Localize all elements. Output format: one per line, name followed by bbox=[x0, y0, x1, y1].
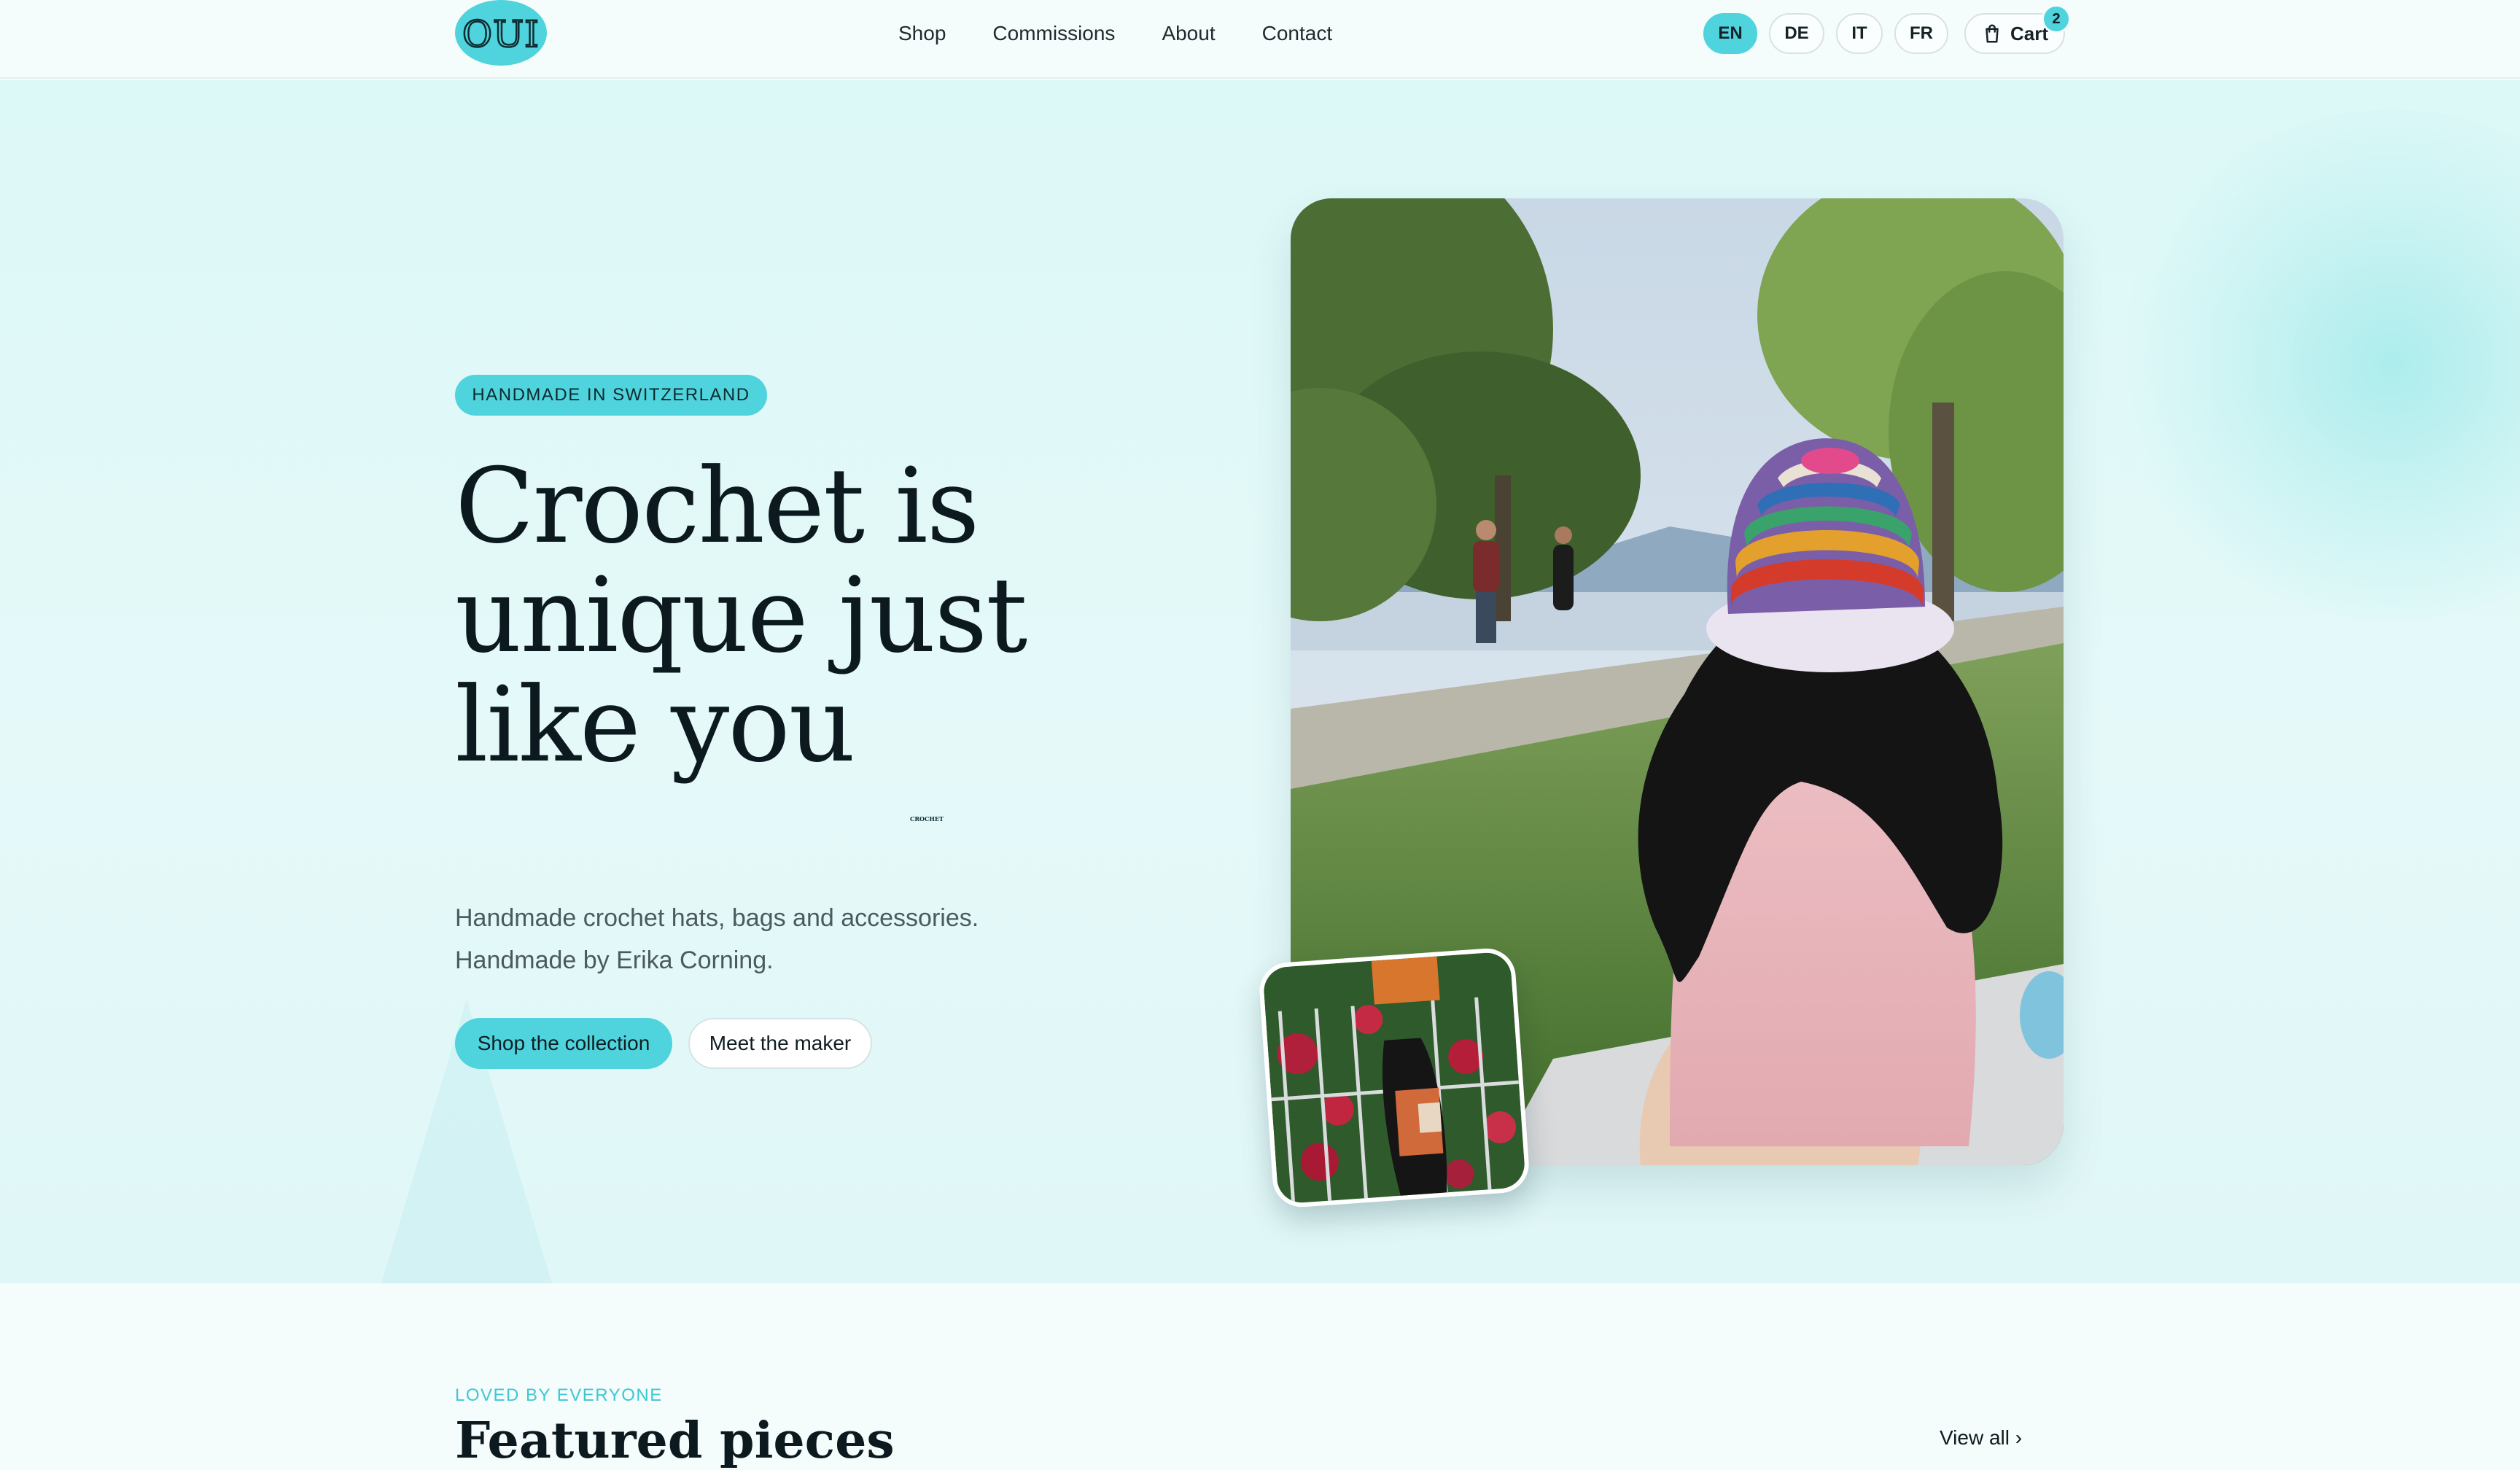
site-header: OUI CROCHET Shop Commissions About Conta… bbox=[0, 0, 2520, 822]
language-fr-button[interactable]: FR bbox=[1894, 13, 1948, 54]
chevron-right-icon: › bbox=[2015, 1426, 2023, 1449]
view-all-link[interactable]: View all › bbox=[1940, 1426, 2022, 1450]
headline-line: unique just bbox=[455, 556, 1027, 676]
language-de-button[interactable]: DE bbox=[1769, 13, 1824, 54]
subtitle-line: Handmade by Erika Corning. bbox=[455, 946, 774, 974]
language-en-button[interactable]: EN bbox=[1703, 13, 1757, 54]
headline-line: like you bbox=[455, 665, 855, 785]
origin-badge: HANDMADE IN SWITZERLAND bbox=[455, 375, 767, 416]
decorative-glow bbox=[2115, 109, 2520, 620]
featured-eyebrow: LOVED BY EVERYONE bbox=[455, 1385, 663, 1405]
main-nav: Shop Commissions About Contact bbox=[898, 19, 1332, 48]
secondary-photo bbox=[1257, 946, 1531, 1209]
nav-contact[interactable]: Contact bbox=[1262, 19, 1333, 48]
cart-count-badge: 2 bbox=[2042, 4, 2071, 34]
hero-section: HANDMADE IN SWITZERLAND Crochet is uniqu… bbox=[0, 80, 2520, 1283]
shop-collection-button[interactable]: Shop the collection bbox=[455, 1018, 672, 1069]
hero-headline: Crochet is unique just like you bbox=[455, 452, 1111, 780]
nav-shop[interactable]: Shop bbox=[898, 19, 946, 48]
logo-wordmark: OUI bbox=[462, 13, 540, 55]
subtitle-line: Handmade crochet hats, bags and accessor… bbox=[455, 904, 979, 932]
featured-section: LOVED BY EVERYONE Featured pieces View a… bbox=[0, 1283, 2520, 1470]
logo-subtext: CROCHET bbox=[910, 815, 944, 822]
hero-subtitle: Handmade crochet hats, bags and accessor… bbox=[455, 897, 1111, 981]
nav-commissions[interactable]: Commissions bbox=[992, 19, 1115, 48]
secondary-photo-image bbox=[1262, 950, 1531, 1209]
cart-label: Cart bbox=[2010, 22, 2048, 44]
nav-about[interactable]: About bbox=[1162, 19, 1215, 48]
meet-maker-button[interactable]: Meet the maker bbox=[688, 1018, 872, 1069]
shopping-bag-icon bbox=[1986, 24, 1999, 43]
language-it-button[interactable]: IT bbox=[1836, 13, 1883, 54]
featured-title: Featured pieces bbox=[455, 1412, 895, 1470]
headline-line: Crochet is bbox=[455, 446, 980, 567]
brand-logo[interactable]: OUI CROCHET bbox=[455, 0, 944, 822]
view-all-label: View all bbox=[1940, 1426, 2010, 1449]
